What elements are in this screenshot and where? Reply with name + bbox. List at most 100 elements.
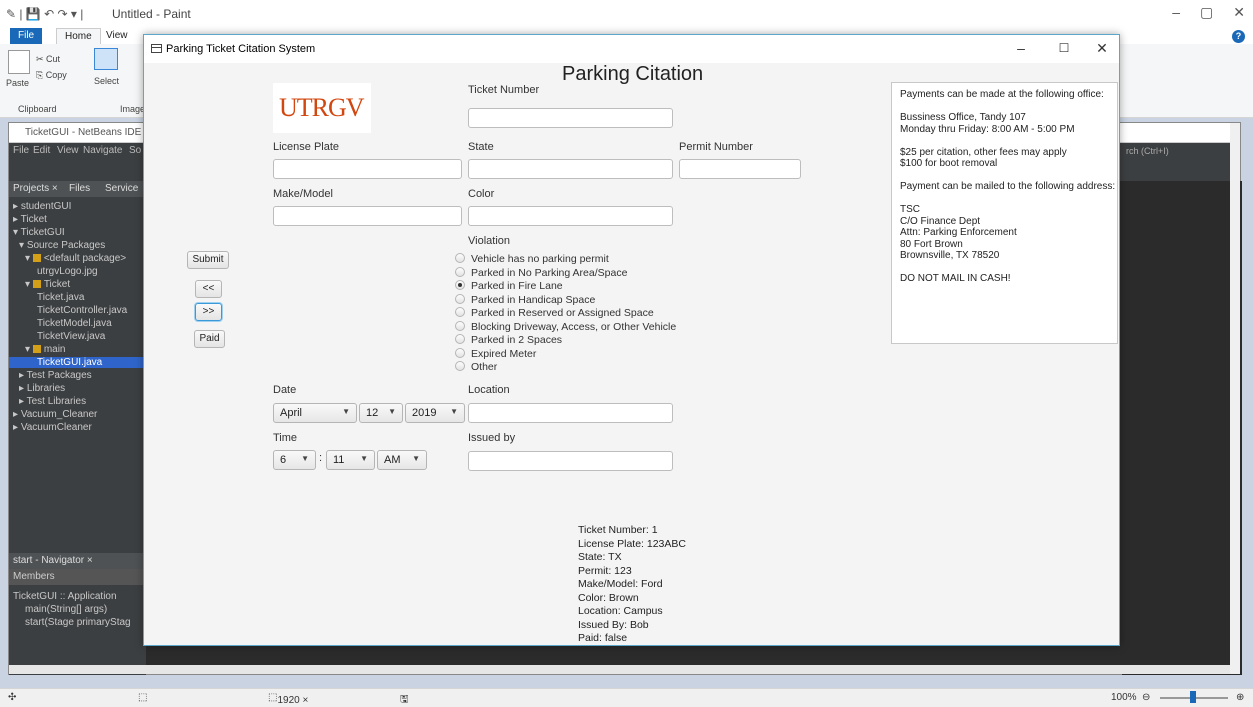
year-select[interactable]: 2019 ▼ bbox=[405, 403, 465, 423]
horizontal-scrollbar[interactable] bbox=[9, 665, 1240, 674]
minute-select[interactable]: 11 ▼ bbox=[326, 450, 375, 470]
radio-button[interactable] bbox=[455, 347, 465, 358]
violation-option-no-parking[interactable]: Parked in No Parking Area/Space bbox=[455, 267, 627, 280]
select-icon[interactable] bbox=[94, 48, 118, 70]
tree-item[interactable]: ▸ studentGUI bbox=[13, 201, 71, 212]
previous-button[interactable]: << bbox=[195, 280, 222, 298]
tree-item[interactable]: ▸ Ticket bbox=[13, 214, 47, 225]
tree-item[interactable]: ▾ <default package> bbox=[25, 253, 126, 264]
violation-option-handicap[interactable]: Parked in Handicap Space bbox=[455, 294, 595, 307]
submit-button[interactable]: Submit bbox=[187, 251, 229, 269]
navigator-item[interactable]: main(String[] args) bbox=[25, 604, 107, 615]
violation-option-no-permit[interactable]: Vehicle has no parking permit bbox=[455, 253, 609, 266]
tree-item[interactable]: ▾ TicketGUI bbox=[13, 227, 65, 238]
copy-button[interactable]: ⎘ Copy bbox=[36, 70, 67, 81]
tree-item[interactable]: ▸ Libraries bbox=[19, 383, 65, 394]
zoom-slider-thumb[interactable] bbox=[1190, 691, 1196, 703]
tree-item[interactable]: ▸ Test Libraries bbox=[19, 396, 86, 407]
radio-button[interactable] bbox=[455, 320, 465, 331]
paint-close-button[interactable]: ✕ bbox=[1233, 4, 1245, 21]
hour-select[interactable]: 6 ▼ bbox=[273, 450, 316, 470]
next-button[interactable]: >> bbox=[195, 303, 222, 321]
tree-item-selected[interactable]: TicketGUI.java bbox=[9, 357, 146, 368]
make-model-field[interactable] bbox=[273, 206, 462, 226]
issued-by-field[interactable] bbox=[468, 451, 673, 471]
navigator-item[interactable]: TicketGUI :: Application bbox=[13, 591, 117, 602]
menu-edit[interactable]: Edit bbox=[33, 145, 50, 156]
time-label: Time bbox=[273, 432, 298, 444]
violation-option-two-spaces[interactable]: Parked in 2 Spaces bbox=[455, 334, 562, 347]
tree-item[interactable]: ▾ Source Packages bbox=[19, 240, 105, 251]
navigator-item[interactable]: start(Stage primaryStag bbox=[25, 617, 131, 628]
radio-button[interactable] bbox=[455, 334, 465, 345]
help-icon[interactable]: ? bbox=[1232, 30, 1245, 43]
violation-option-blocking[interactable]: Blocking Driveway, Access, or Other Vehi… bbox=[455, 321, 676, 334]
month-select[interactable]: April ▼ bbox=[273, 403, 357, 423]
violation-option-fire-lane[interactable]: Parked in Fire Lane bbox=[455, 280, 563, 293]
members-filter[interactable]: Members bbox=[9, 569, 146, 585]
tab-services[interactable]: Service bbox=[105, 183, 138, 194]
zoom-in-button[interactable]: ⊕ bbox=[1236, 692, 1244, 703]
permit-number-field[interactable] bbox=[679, 159, 801, 179]
menu-file[interactable]: File bbox=[13, 145, 29, 156]
tree-item[interactable]: ▸ Test Packages bbox=[19, 370, 92, 381]
radio-button[interactable] bbox=[455, 361, 465, 372]
radio-button[interactable] bbox=[455, 307, 465, 318]
tree-item[interactable]: TicketController.java bbox=[37, 305, 127, 316]
tab-home[interactable]: Home bbox=[56, 28, 101, 44]
quick-access-toolbar[interactable]: ✎ | 💾 ↶ ↷ ▾ | bbox=[6, 7, 83, 21]
tree-item[interactable]: ▾ Ticket bbox=[25, 279, 70, 290]
radio-button-checked[interactable] bbox=[455, 280, 465, 291]
tab-file[interactable]: File bbox=[10, 28, 43, 44]
paint-maximize-button[interactable]: ▢ bbox=[1200, 4, 1213, 21]
radio-button[interactable] bbox=[455, 266, 465, 277]
paint-statusbar: ✣ ⬚ ⬚ 1920 × 1080px 🖫 100% ⊖ ⊕ bbox=[0, 688, 1253, 707]
location-field[interactable] bbox=[468, 403, 673, 423]
tree-item[interactable]: TicketModel.java bbox=[37, 318, 112, 329]
payment-info-line bbox=[900, 101, 1109, 113]
license-plate-field[interactable] bbox=[273, 159, 462, 179]
minimize-button[interactable]: – bbox=[1011, 40, 1031, 56]
netbeans-search-field[interactable]: rch (Ctrl+I) bbox=[1122, 143, 1232, 159]
menu-source[interactable]: So bbox=[129, 145, 141, 156]
violation-option-reserved[interactable]: Parked in Reserved or Assigned Space bbox=[455, 307, 654, 320]
zoom-out-button[interactable]: ⊖ bbox=[1142, 692, 1150, 703]
tab-files[interactable]: Files bbox=[69, 183, 90, 194]
day-select[interactable]: 12 ▼ bbox=[359, 403, 403, 423]
close-button[interactable]: ✕ bbox=[1092, 40, 1112, 57]
cut-button[interactable]: ✂ Cut bbox=[36, 54, 60, 65]
tree-item[interactable]: utrgvLogo.jpg bbox=[37, 266, 98, 277]
tree-item[interactable]: TicketView.java bbox=[37, 331, 105, 342]
tree-item[interactable]: ▾ main bbox=[25, 344, 66, 355]
tree-item[interactable]: Ticket.java bbox=[37, 292, 84, 303]
tab-view[interactable]: View bbox=[98, 28, 136, 44]
radio-button[interactable] bbox=[455, 253, 465, 264]
selection-size-icon: ⬚ bbox=[138, 692, 148, 703]
paste-icon[interactable] bbox=[8, 50, 30, 74]
chevron-down-icon: ▼ bbox=[450, 407, 458, 416]
violation-option-expired-meter[interactable]: Expired Meter bbox=[455, 348, 536, 361]
paid-button[interactable]: Paid bbox=[194, 330, 225, 348]
ampm-select[interactable]: AM ▼ bbox=[377, 450, 427, 470]
tree-item[interactable]: ▸ VacuumCleaner bbox=[13, 422, 92, 433]
select-button[interactable]: Select bbox=[94, 76, 119, 86]
vertical-scrollbar[interactable] bbox=[1230, 123, 1240, 674]
state-field[interactable] bbox=[468, 159, 673, 179]
clipboard-group-label: Clipboard bbox=[18, 104, 57, 114]
radio-button[interactable] bbox=[455, 293, 465, 304]
maximize-button[interactable]: ☐ bbox=[1054, 41, 1074, 55]
navigator-title[interactable]: start - Navigator × bbox=[9, 553, 146, 569]
color-field[interactable] bbox=[468, 206, 673, 226]
violation-label: Violation bbox=[468, 235, 510, 247]
violation-option-other[interactable]: Other bbox=[455, 361, 497, 374]
paste-button[interactable]: Paste bbox=[6, 78, 29, 88]
tree-item[interactable]: ▸ Vacuum_Cleaner bbox=[13, 409, 97, 420]
ticket-number-field[interactable] bbox=[468, 108, 673, 128]
paint-minimize-button[interactable]: – bbox=[1172, 4, 1180, 21]
payment-info-line bbox=[900, 135, 1109, 147]
date-label: Date bbox=[273, 384, 297, 396]
tab-projects[interactable]: Projects × bbox=[13, 183, 58, 194]
summary-line: Issued By: Bob bbox=[578, 618, 649, 631]
menu-navigate[interactable]: Navigate bbox=[83, 145, 122, 156]
menu-view[interactable]: View bbox=[57, 145, 79, 156]
